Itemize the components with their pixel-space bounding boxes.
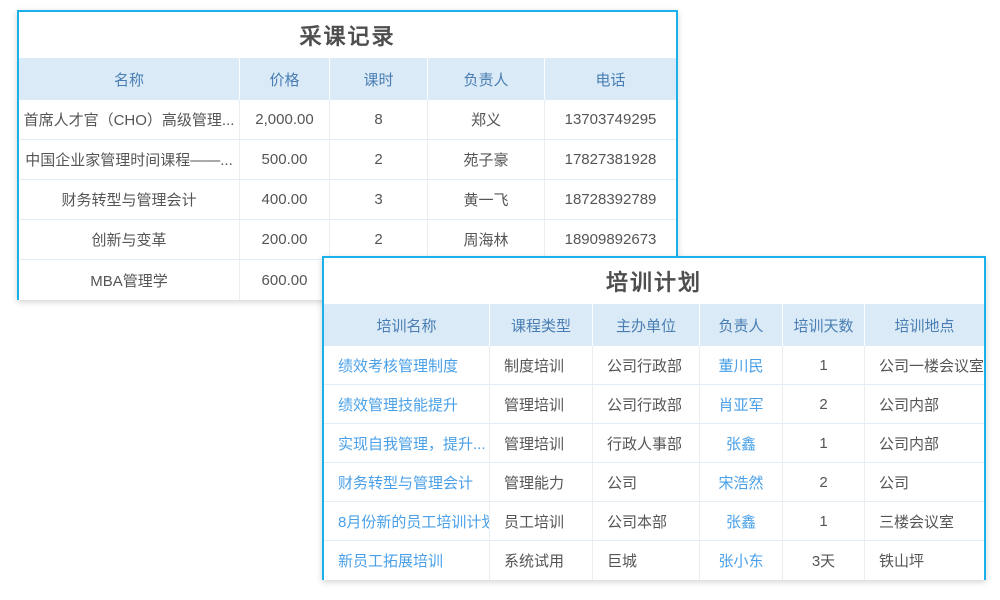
days-cell: 2 (783, 463, 865, 501)
owner-link[interactable]: 张小东 (718, 550, 763, 571)
organizer-cell: 公司行政部 (593, 385, 700, 423)
training-header-name: 培训名称 (324, 304, 490, 346)
price-cell: 2,000.00 (240, 100, 330, 139)
purchase-header-name: 名称 (19, 58, 240, 100)
table-row: 8月份新的员工培训计划 员工培训 公司本部 张鑫 1 三楼会议室 (324, 502, 984, 541)
course-type-cell: 员工培训 (490, 502, 593, 540)
place-cell: 三楼会议室 (865, 502, 984, 540)
phone-cell: 17827381928 (545, 140, 676, 179)
owner-cell: 郑义 (428, 100, 545, 139)
table-row: 财务转型与管理会计 400.00 3 黄一飞 18728392789 (19, 180, 676, 220)
owner-cell: 苑子豪 (428, 140, 545, 179)
owner-cell: 张小东 (700, 541, 783, 580)
organizer-cell: 公司 (593, 463, 700, 501)
owner-cell: 肖亚军 (700, 385, 783, 423)
table-row: 创新与变革 200.00 2 周海林 18909892673 (19, 220, 676, 260)
training-name-cell: 实现自我管理，提升... (324, 424, 490, 462)
place-cell: 公司内部 (865, 385, 984, 423)
place-cell: 公司 (865, 463, 984, 501)
training-plan-card: 培训计划 培训名称 课程类型 主办单位 负责人 培训天数 培训地点 绩效考核管理… (322, 256, 986, 580)
table-row: 绩效管理技能提升 管理培训 公司行政部 肖亚军 2 公司内部 (324, 385, 984, 424)
course-type-cell: 系统试用 (490, 541, 593, 580)
days-cell: 1 (783, 346, 865, 384)
days-cell: 2 (783, 385, 865, 423)
course-name-cell: 首席人才官（CHO）高级管理... (19, 100, 240, 139)
table-row: 绩效考核管理制度 制度培训 公司行政部 董川民 1 公司一楼会议室 (324, 346, 984, 385)
place-cell: 铁山坪 (865, 541, 984, 580)
training-name-link[interactable]: 新员工拓展培训 (338, 550, 443, 571)
owner-cell: 宋浩然 (700, 463, 783, 501)
purchase-table-header-row: 名称 价格 课时 负责人 电话 (19, 58, 676, 100)
training-header-days: 培训天数 (783, 304, 865, 346)
purchase-header-phone: 电话 (545, 58, 676, 100)
price-cell: 200.00 (240, 220, 330, 259)
training-name-cell: 绩效考核管理制度 (324, 346, 490, 384)
course-name-cell: MBA管理学 (19, 260, 240, 300)
course-type-cell: 制度培训 (490, 346, 593, 384)
training-name-link[interactable]: 8月份新的员工培训计划 (338, 511, 490, 532)
table-row: 中国企业家管理时间课程——... 500.00 2 苑子豪 1782738192… (19, 140, 676, 180)
hours-cell: 2 (330, 140, 428, 179)
hours-cell: 2 (330, 220, 428, 259)
owner-cell: 张鑫 (700, 502, 783, 540)
course-type-cell: 管理培训 (490, 424, 593, 462)
organizer-cell: 巨城 (593, 541, 700, 580)
price-cell: 500.00 (240, 140, 330, 179)
course-name-cell: 中国企业家管理时间课程——... (19, 140, 240, 179)
training-name-link[interactable]: 绩效考核管理制度 (338, 355, 458, 376)
course-name-cell: 财务转型与管理会计 (19, 180, 240, 219)
owner-link[interactable]: 肖亚军 (718, 394, 763, 415)
training-name-link[interactable]: 财务转型与管理会计 (338, 472, 473, 493)
phone-cell: 13703749295 (545, 100, 676, 139)
training-header-owner: 负责人 (700, 304, 783, 346)
price-cell: 400.00 (240, 180, 330, 219)
training-plan-title: 培训计划 (324, 258, 984, 304)
owner-cell: 周海林 (428, 220, 545, 259)
table-row: 首席人才官（CHO）高级管理... 2,000.00 8 郑义 13703749… (19, 100, 676, 140)
training-table-header-row: 培训名称 课程类型 主办单位 负责人 培训天数 培训地点 (324, 304, 984, 346)
place-cell: 公司内部 (865, 424, 984, 462)
days-cell: 1 (783, 424, 865, 462)
training-name-cell: 8月份新的员工培训计划 (324, 502, 490, 540)
hours-cell: 8 (330, 100, 428, 139)
days-cell: 3天 (783, 541, 865, 580)
training-name-cell: 财务转型与管理会计 (324, 463, 490, 501)
purchase-header-hours: 课时 (330, 58, 428, 100)
training-header-org: 主办单位 (593, 304, 700, 346)
course-type-cell: 管理能力 (490, 463, 593, 501)
table-row: 实现自我管理，提升... 管理培训 行政人事部 张鑫 1 公司内部 (324, 424, 984, 463)
owner-cell: 董川民 (700, 346, 783, 384)
owner-cell: 张鑫 (700, 424, 783, 462)
place-cell: 公司一楼会议室 (865, 346, 984, 384)
days-cell: 1 (783, 502, 865, 540)
purchase-records-title: 采课记录 (19, 12, 676, 58)
training-name-cell: 新员工拓展培训 (324, 541, 490, 580)
phone-cell: 18728392789 (545, 180, 676, 219)
purchase-header-price: 价格 (240, 58, 330, 100)
hours-cell: 3 (330, 180, 428, 219)
phone-cell: 18909892673 (545, 220, 676, 259)
owner-link[interactable]: 张鑫 (726, 433, 756, 454)
training-header-type: 课程类型 (490, 304, 593, 346)
organizer-cell: 公司本部 (593, 502, 700, 540)
purchase-header-owner: 负责人 (428, 58, 545, 100)
table-row: 新员工拓展培训 系统试用 巨城 张小东 3天 铁山坪 (324, 541, 984, 580)
training-name-cell: 绩效管理技能提升 (324, 385, 490, 423)
organizer-cell: 行政人事部 (593, 424, 700, 462)
training-name-link[interactable]: 实现自我管理，提升... (338, 433, 486, 454)
owner-link[interactable]: 董川民 (718, 355, 763, 376)
course-name-cell: 创新与变革 (19, 220, 240, 259)
table-row: 财务转型与管理会计 管理能力 公司 宋浩然 2 公司 (324, 463, 984, 502)
price-cell: 600.00 (240, 260, 330, 300)
organizer-cell: 公司行政部 (593, 346, 700, 384)
owner-link[interactable]: 张鑫 (726, 511, 756, 532)
owner-cell: 黄一飞 (428, 180, 545, 219)
page: 采课记录 名称 价格 课时 负责人 电话 首席人才官（CHO）高级管理... 2… (0, 0, 1000, 600)
course-type-cell: 管理培训 (490, 385, 593, 423)
training-name-link[interactable]: 绩效管理技能提升 (338, 394, 458, 415)
training-header-place: 培训地点 (865, 304, 984, 346)
owner-link[interactable]: 宋浩然 (718, 472, 763, 493)
